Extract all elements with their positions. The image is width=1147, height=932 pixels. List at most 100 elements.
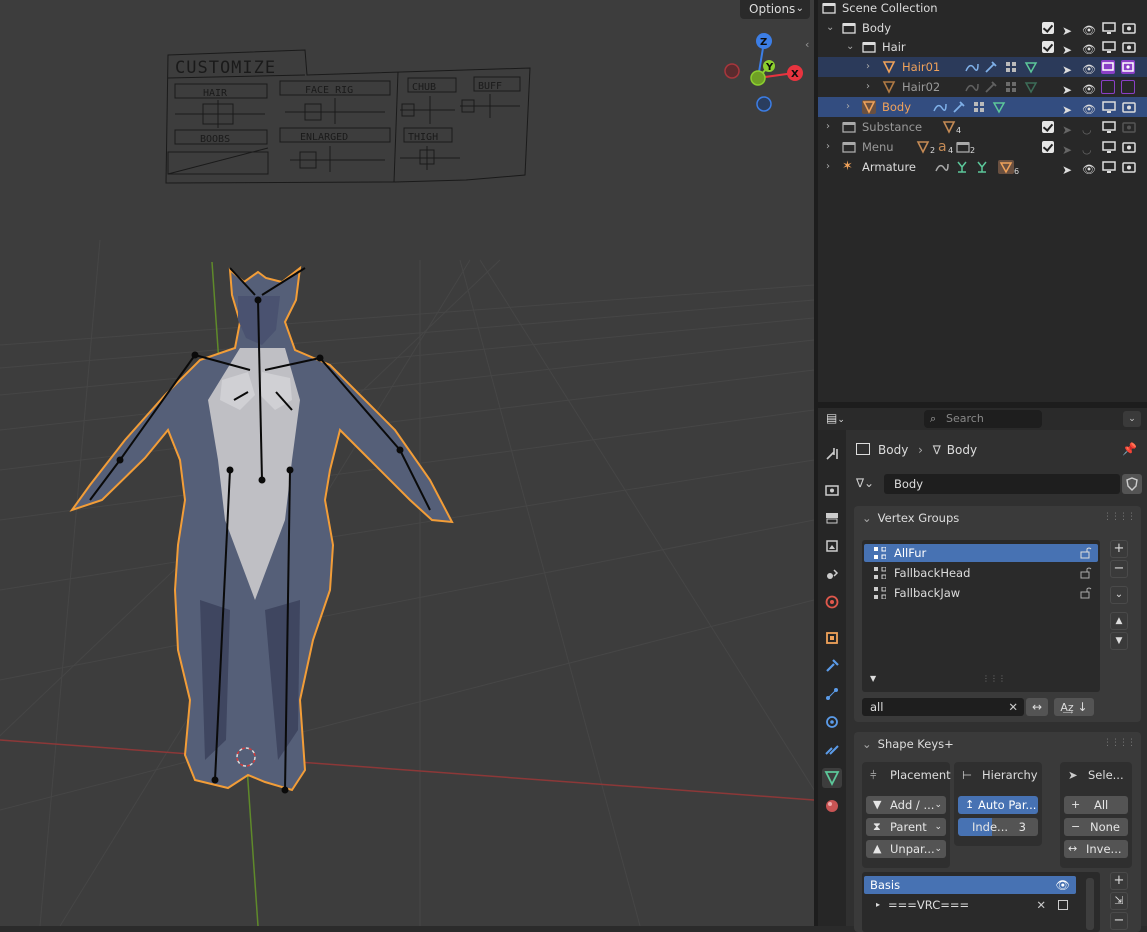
outliner-row-armature[interactable]: › ✶ Armature 6 ➤ 👁 [818,157,1147,177]
object-tab-icon[interactable] [822,628,842,648]
list-item[interactable]: FallbackJaw [864,584,1098,602]
list-item[interactable]: ▸ ===VRC=== ✕ [864,896,1076,914]
unparent-dropdown[interactable]: ▲ Unpar... ⌄ [866,840,946,858]
list-item[interactable]: FallbackHead [864,564,1098,582]
properties-editor[interactable]: ▤⌄ ⌕ Search ⌄ Body › ∇ Body 📌 ∇⌄ Body ⌄ … [818,408,1147,932]
eye-icon[interactable]: 👁 [1082,100,1096,116]
remove-vertex-group-button[interactable]: − [1110,560,1128,578]
fake-user-shield-icon[interactable] [1122,474,1142,494]
expand-arrow-icon[interactable]: › [846,97,850,117]
drag-grip-icon[interactable]: ⋮⋮⋮⋮ [1103,512,1136,522]
world-tab-icon[interactable] [822,592,842,612]
options-dropdown[interactable]: Options ⌄ [740,0,810,19]
list-resize-grip-icon[interactable]: ⋮⋮⋮ [982,674,1006,683]
camera-icon[interactable] [1122,40,1136,54]
select-arrow-icon[interactable]: ➤ [1062,60,1076,77]
camera-icon[interactable] [1122,160,1136,174]
eye-closed-icon[interactable]: ◡ [1082,140,1096,156]
sidebar-toggle-icon[interactable]: ‹ [805,38,809,51]
material-tab-icon[interactable] [822,796,842,816]
drag-grip-icon[interactable]: ⋮⋮⋮⋮ [1103,738,1136,748]
mesh-browse-icon[interactable]: ∇⌄ [856,476,874,490]
mesh-data-tab-icon[interactable] [822,768,842,788]
sort-alpha-button[interactable]: A͢z ↓ [1054,698,1094,716]
physics-tab-icon[interactable] [822,712,842,732]
outliner-row-body-collection[interactable]: ⌄ Body ➤ 👁 [818,18,1147,38]
select-arrow-icon[interactable]: ➤ [1062,40,1076,57]
monitor-icon[interactable] [1102,100,1116,114]
outliner[interactable]: Scene Collection ⌄ Body ➤ 👁 ⌄ Hair ➤ 👁 ›… [818,0,1147,402]
monitor-icon[interactable] [1101,60,1115,74]
camera-icon[interactable] [1122,100,1136,114]
outliner-row-hair-collection[interactable]: ⌄ Hair ➤ 👁 [818,37,1147,57]
eye-icon[interactable]: 👁 [1055,876,1070,894]
unlock-icon[interactable] [1080,587,1092,599]
monitor-icon[interactable] [1102,21,1116,35]
camera-icon[interactable] [1122,140,1136,154]
mesh-name-field[interactable]: Body [884,474,1120,494]
clear-icon[interactable]: ✕ [1008,698,1018,716]
shape-key-list[interactable]: Basis 👁 ▸ ===VRC=== ✕ [862,872,1100,932]
output-tab-icon[interactable] [822,508,842,528]
select-all-button[interactable]: + All [1064,796,1128,814]
camera-icon[interactable] [1122,120,1136,134]
modifier-tab-icon[interactable] [822,656,842,676]
expand-arrow-icon[interactable]: › [826,117,830,137]
outliner-row-hair02[interactable]: › Hair02 ➤ 👁 [818,77,1147,97]
outliner-row-hair01[interactable]: › Hair01 ➤ 👁 [818,57,1147,77]
monitor-icon[interactable] [1102,120,1116,134]
parent-dropdown[interactable]: ⧗ Parent ⌄ [866,818,946,836]
viewport-canvas[interactable]: CUSTOMIZE HAIR FACE RIG BOOBS ENLARGED C… [0,0,814,926]
select-arrow-icon[interactable]: ➤ [1062,140,1076,157]
unlock-icon[interactable] [1080,567,1092,579]
panel-header[interactable]: ⌄ Shape Keys+ [862,732,954,756]
select-arrow-icon[interactable]: ➤ [1062,80,1076,97]
eye-icon[interactable]: 👁 [1082,80,1096,96]
exclude-checkbox[interactable] [1042,121,1054,133]
eye-icon[interactable]: 👁 [1082,21,1096,37]
list-item[interactable]: AllFur [864,544,1098,562]
vertex-group-list[interactable]: AllFur FallbackHead FallbackJaw ▼ ⋮⋮⋮ [862,540,1100,692]
move-down-button[interactable]: ▼ [1110,632,1128,650]
constraints-tab-icon[interactable] [822,740,842,760]
select-arrow-icon[interactable]: ➤ [1062,120,1076,137]
move-up-button[interactable]: ▲ [1110,612,1128,630]
outliner-row-scene-collection[interactable]: Scene Collection [818,0,1147,18]
select-arrow-icon[interactable]: ➤ [1062,100,1076,117]
outliner-row-menu[interactable]: › Menu 2 a 4 2 ➤ ◡ [818,137,1147,157]
view-layer-tab-icon[interactable] [822,536,842,556]
unlock-icon[interactable] [1080,547,1092,559]
specials-menu-button[interactable]: ⌄ [1110,586,1128,604]
eye-icon[interactable]: 👁 [1082,160,1096,176]
invert-filter-button[interactable]: ↔ [1026,698,1048,716]
editor-type-dropdown[interactable]: ▤⌄ [826,411,854,428]
eye-icon[interactable]: 👁 [1082,60,1096,76]
eye-icon[interactable]: 👁 [1082,40,1096,56]
options-dropdown-icon[interactable]: ⌄ [1123,411,1141,427]
remove-shape-key-button[interactable]: − [1110,912,1128,930]
monitor-icon[interactable] [1102,160,1116,174]
expand-arrow-icon[interactable]: › [866,57,870,77]
expand-arrow-icon[interactable]: ⌄ [846,37,854,57]
tool-tab-icon[interactable] [822,444,842,464]
select-invert-button[interactable]: ↔ Inve... [1064,840,1128,858]
filter-input[interactable]: all ✕ [862,698,1024,716]
monitor-icon[interactable] [1102,140,1116,154]
expand-arrow-icon[interactable]: ▸ [876,896,880,914]
select-none-button[interactable]: − None [1064,818,1128,836]
select-arrow-icon[interactable]: ➤ [1062,21,1076,38]
filter-toggle-icon[interactable]: ▼ [870,674,876,683]
select-arrow-icon[interactable]: ➤ [1062,160,1076,177]
outliner-row-body-object[interactable]: › Body ➤ 👁 [818,97,1147,117]
exclude-checkbox[interactable] [1042,41,1054,53]
expand-arrow-icon[interactable]: › [866,77,870,97]
panel-header[interactable]: ⌄ Vertex Groups [862,506,959,530]
list-item[interactable]: Basis 👁 [864,876,1076,894]
pin-icon[interactable]: 📌 [1122,442,1137,456]
render-tab-icon[interactable] [822,480,842,500]
exclude-checkbox[interactable] [1042,22,1054,34]
camera-disabled-icon[interactable] [1121,80,1135,94]
3d-viewport[interactable]: CUSTOMIZE HAIR FACE RIG BOOBS ENLARGED C… [0,0,814,926]
monitor-icon[interactable] [1102,40,1116,54]
expand-arrow-icon[interactable]: › [826,157,830,177]
